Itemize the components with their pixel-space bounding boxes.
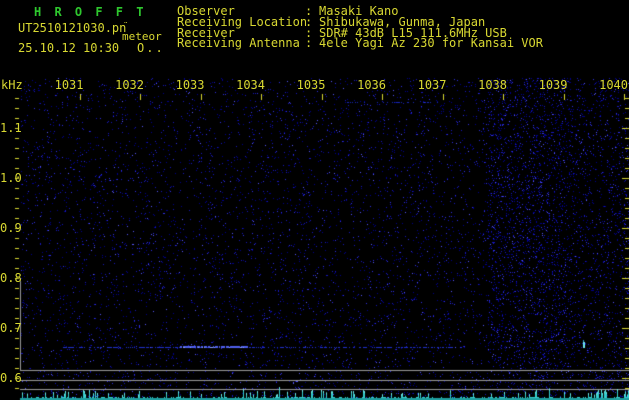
time-tick-label-1040: 1040 [599, 78, 628, 92]
time-tick-label-1034: 1034 [236, 78, 265, 92]
app-title: H R O F F T [34, 5, 147, 19]
time-tick-label-1035: 1035 [296, 78, 326, 92]
time-tick-label-1036: 1036 [357, 78, 386, 92]
time-tick-label-1039: 1039 [538, 78, 568, 92]
freq-tick-label-1.0: 1.0 [0, 171, 22, 185]
info-label: Receiving Antenna [177, 36, 300, 51]
time-tick-label-1031: 1031 [54, 78, 84, 92]
output-filename: UT2510121030.pn [18, 21, 127, 35]
freq-tick-label-0.8: 0.8 [0, 271, 22, 285]
station-info-block: Observer: Masaki Kano Receiving Location: S… [177, 5, 543, 51]
info-row-receiving-antenna: Receiving Antenna:4ele Yagi Az 230 for K… [177, 36, 543, 51]
y-axis-unit-label: kHz [1, 78, 23, 92]
freq-tick-label-1.1: 1.1 [0, 121, 22, 135]
status-indicator: O.. [137, 41, 165, 55]
freq-tick-label-0.6: 0.6 [0, 371, 22, 385]
freq-tick-label-0.9: 0.9 [0, 221, 22, 235]
time-tick-label-1033: 1033 [175, 78, 205, 92]
datetime-label: 25.10.12 10:30 [18, 41, 120, 55]
info-separator: : [305, 36, 313, 51]
info-value: 4ele Yagi Az 230 for Kansai VOR [319, 36, 543, 51]
hrofft-screen: H R O F F T UT2510121030.pn ¨ meteor 25.… [0, 0, 629, 400]
time-tick-label-1037: 1037 [417, 78, 447, 92]
freq-tick-label-0.7: 0.7 [0, 321, 22, 335]
time-tick-label-1032: 1032 [115, 78, 144, 92]
spectrogram-canvas [0, 0, 629, 400]
time-tick-label-1038: 1038 [478, 78, 507, 92]
